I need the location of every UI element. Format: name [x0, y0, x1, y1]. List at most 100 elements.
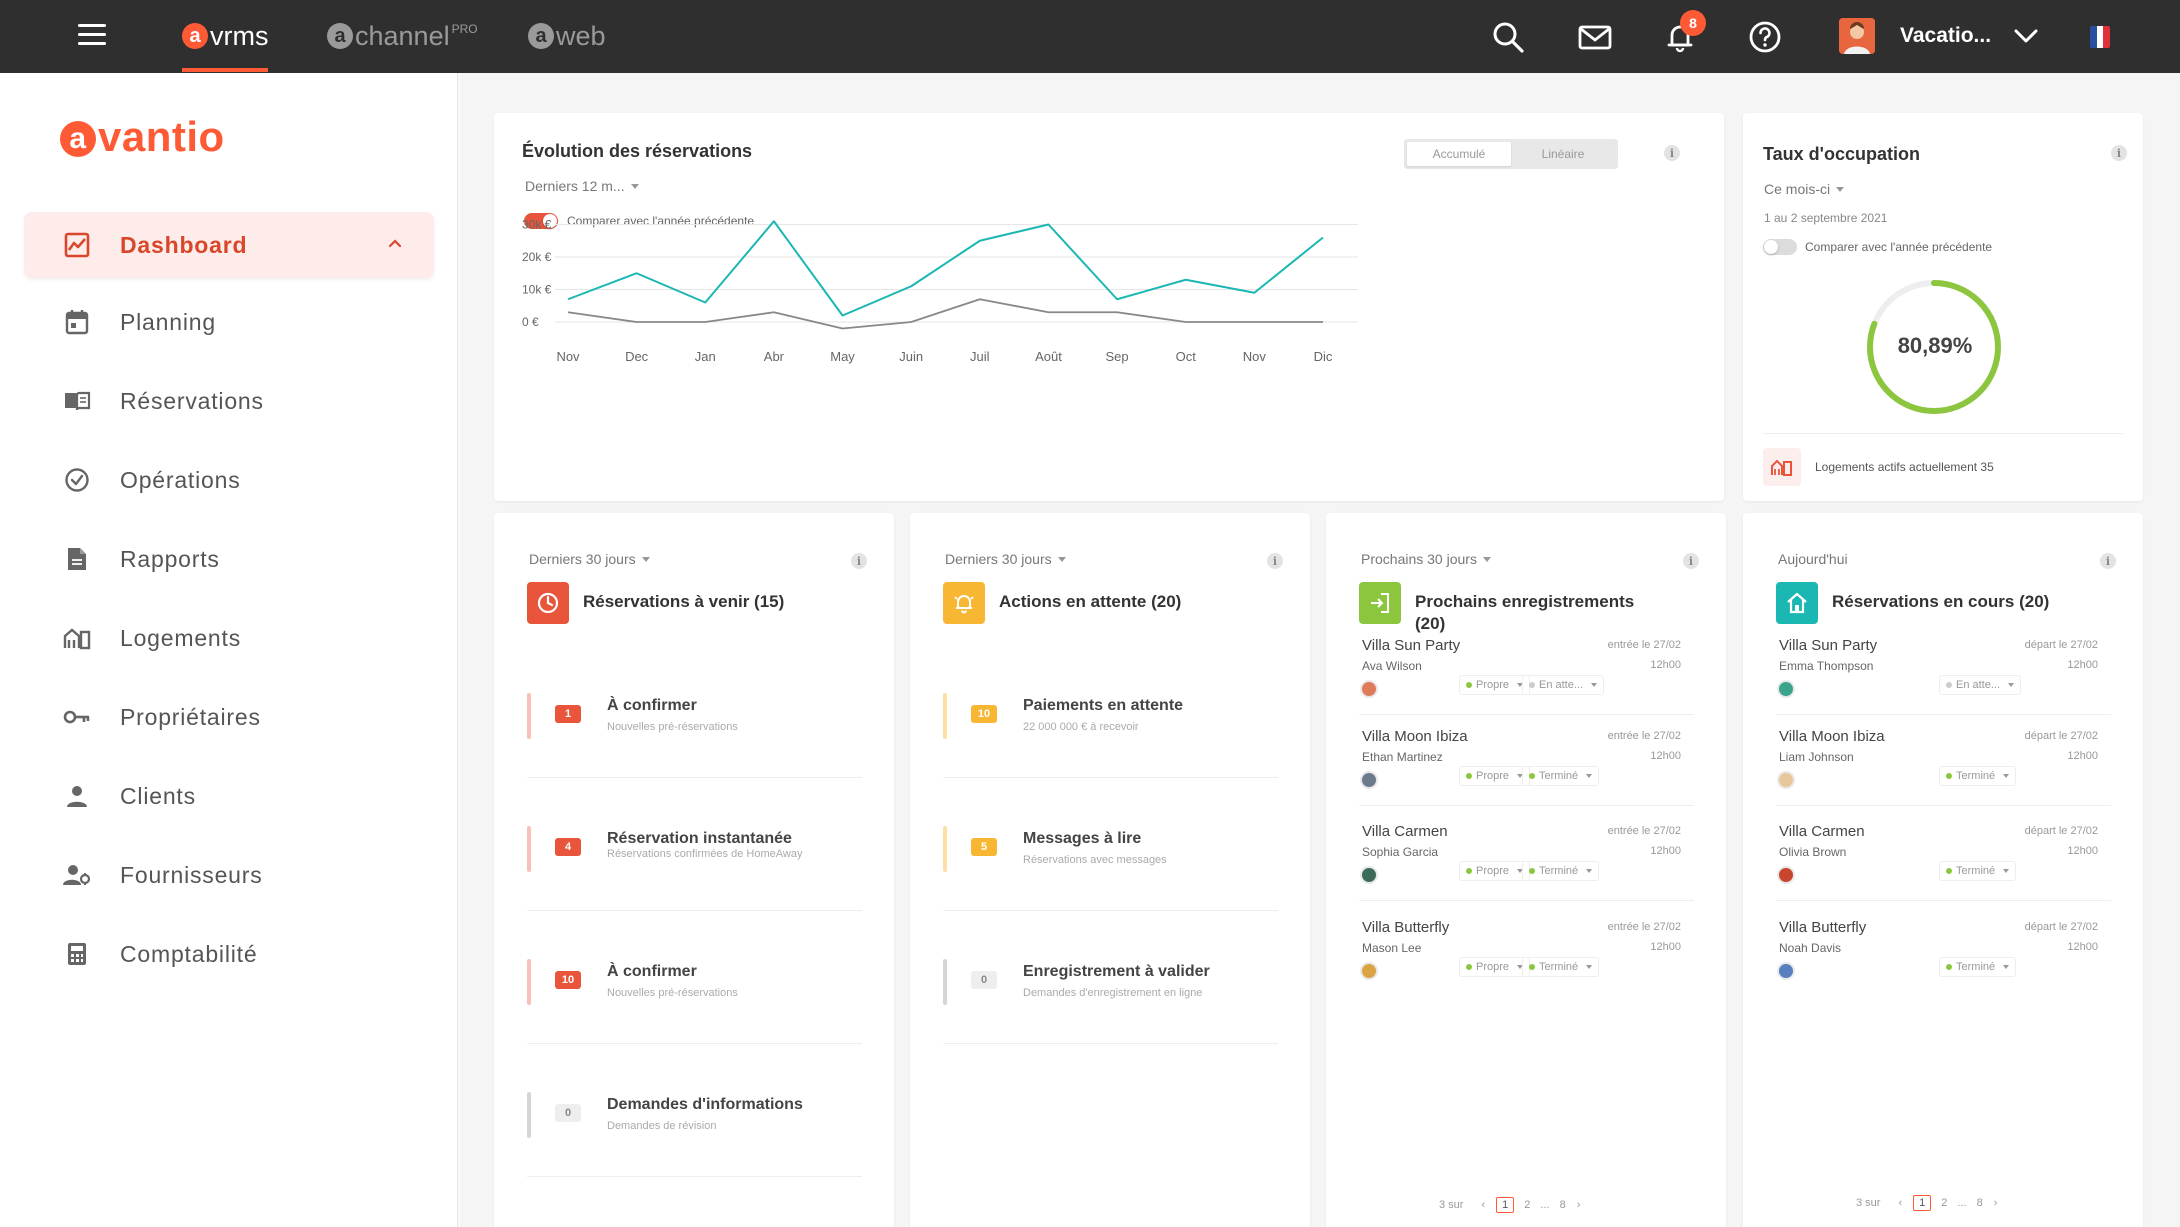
sidebar-item-suppliers[interactable]: Fournisseurs: [24, 842, 434, 908]
app-tab-label: channel: [355, 20, 450, 51]
villa-name[interactable]: Villa Carmen: [1779, 823, 1865, 840]
search-icon[interactable]: [1491, 20, 1525, 54]
villa-date: départ le 27/02: [2024, 825, 2098, 837]
list-item[interactable]: Villa Moon Ibiza Liam Johnson départ le …: [1743, 728, 2143, 808]
info-icon[interactable]: i: [1267, 553, 1283, 569]
sidebar-item-reservations[interactable]: Réservations: [24, 368, 434, 434]
sidebar-item-dashboard[interactable]: Dashboard: [24, 212, 434, 278]
chevron-right-icon[interactable]: ›: [1994, 1197, 1998, 1209]
period-value: Aujourd'hui: [1778, 551, 1848, 567]
x-tick-label: Dec: [625, 349, 649, 364]
villa-name[interactable]: Villa Moon Ibiza: [1362, 728, 1468, 745]
villa-date: entrée le 27/02: [1607, 825, 1681, 837]
villa-name[interactable]: Villa Sun Party: [1779, 637, 1877, 654]
info-icon[interactable]: i: [851, 553, 867, 569]
flag-fr-icon[interactable]: [2090, 26, 2110, 48]
checkin-status-dropdown[interactable]: En atte...: [1522, 675, 1605, 695]
y-tick-label: 30k €: [522, 218, 552, 232]
villa-name[interactable]: Villa Butterfly: [1362, 919, 1449, 936]
page-8[interactable]: 8: [1560, 1199, 1566, 1211]
list-item[interactable]: Villa Sun Party Ava Wilson entrée le 27/…: [1326, 637, 1726, 717]
chip-label: En atte...: [1956, 679, 2001, 691]
cleaning-status-dropdown[interactable]: Propre: [1459, 957, 1531, 977]
info-icon[interactable]: i: [2100, 553, 2116, 569]
list-item[interactable]: Villa Carmen Olivia Brown départ le 27/0…: [1743, 823, 2143, 903]
sidebar-item-planning[interactable]: Planning: [24, 289, 434, 355]
checkout-status-dropdown[interactable]: Terminé: [1939, 957, 2017, 977]
stat-row[interactable]: 10 Paiements en attente 22 000 000 € à r…: [943, 693, 1273, 823]
chevron-left-icon[interactable]: ‹: [1481, 1199, 1485, 1211]
stat-row[interactable]: 1 À confirmer Nouvelles pré-réservations: [527, 693, 857, 823]
stat-row[interactable]: 4 Réservation instantanée Réservations c…: [527, 826, 857, 956]
list-item[interactable]: Villa Carmen Sophia Garcia entrée le 27/…: [1326, 823, 1726, 903]
help-icon[interactable]: [1748, 20, 1782, 54]
page-1[interactable]: 1: [1496, 1197, 1515, 1213]
stat-row[interactable]: 5 Messages à lire Réservations avec mess…: [943, 826, 1273, 956]
checkout-status-dropdown[interactable]: Terminé: [1939, 766, 2017, 786]
x-tick-label: May: [830, 349, 855, 364]
occupancy-compare-toggle[interactable]: [1763, 239, 1797, 255]
villa-date: entrée le 27/02: [1607, 639, 1681, 651]
mail-icon[interactable]: [1578, 20, 1612, 54]
villa-time: 12h00: [2067, 941, 2098, 953]
app-tab-channel[interactable]: a channel PRO: [327, 18, 478, 54]
stat-row[interactable]: 0 Demandes d'informations Demandes de ré…: [527, 1092, 857, 1222]
chevron-down-icon[interactable]: [2012, 22, 2040, 50]
page-1[interactable]: 1: [1913, 1195, 1932, 1211]
info-icon[interactable]: i: [2111, 145, 2127, 161]
app-tab-vrms[interactable]: a vrms: [182, 18, 268, 54]
checkin-status-dropdown[interactable]: Terminé: [1522, 766, 1600, 786]
list-item[interactable]: Villa Moon Ibiza Ethan Martinez entrée l…: [1326, 728, 1726, 808]
sidebar-item-label: Propriétaires: [120, 703, 261, 730]
stat-row[interactable]: 0 Enregistrement à valider Demandes d'en…: [943, 959, 1273, 1089]
list-item[interactable]: Villa Butterfly Mason Lee entrée le 27/0…: [1326, 919, 1726, 999]
villa-name[interactable]: Villa Moon Ibiza: [1779, 728, 1885, 745]
chevron-left-icon[interactable]: ‹: [1898, 1197, 1902, 1209]
villa-name[interactable]: Villa Butterfly: [1779, 919, 1866, 936]
cleaning-status-dropdown[interactable]: Propre: [1459, 766, 1531, 786]
chip-label: Terminé: [1539, 770, 1579, 782]
chevron-right-icon[interactable]: ›: [1577, 1199, 1581, 1211]
villa-name[interactable]: Villa Sun Party: [1362, 637, 1460, 654]
sidebar-item-properties[interactable]: Logements: [24, 605, 434, 671]
row-accent-bar: [943, 693, 947, 739]
page-8[interactable]: 8: [1977, 1197, 1983, 1209]
divider: [1776, 805, 2111, 806]
cleaning-status-dropdown[interactable]: Propre: [1459, 861, 1531, 881]
chevron-up-icon[interactable]: [388, 236, 402, 250]
checkin-status-dropdown[interactable]: Terminé: [1522, 957, 1600, 977]
card-period-dropdown[interactable]: Derniers 30 jours: [529, 551, 650, 567]
menu-icon[interactable]: [78, 24, 106, 46]
page-2[interactable]: 2: [1524, 1199, 1530, 1211]
avantio-logo[interactable]: a vantio: [60, 113, 225, 161]
checkin-status-dropdown[interactable]: Terminé: [1522, 861, 1600, 881]
row-subtitle: Réservations confirmées de HomeAway: [607, 848, 803, 860]
info-icon[interactable]: i: [1683, 553, 1699, 569]
villa-name[interactable]: Villa Carmen: [1362, 823, 1448, 840]
sidebar-item-reports[interactable]: Rapports: [24, 526, 434, 592]
cleaning-status-dropdown[interactable]: Propre: [1459, 675, 1531, 695]
occupancy-period-dropdown[interactable]: Ce mois-ci: [1764, 181, 1845, 197]
checkout-status-dropdown[interactable]: En atte...: [1939, 675, 2022, 695]
caret-down-icon: [1586, 869, 1593, 873]
sidebar-item-accounting[interactable]: Comptabilité: [24, 921, 434, 987]
sidebar-item-label: Comptabilité: [120, 940, 258, 967]
villa-time: 12h00: [1650, 941, 1681, 953]
sidebar-item-operations[interactable]: Opérations: [24, 447, 434, 513]
user-name[interactable]: Vacatio...: [1900, 24, 1991, 48]
list-item[interactable]: Villa Butterfly Noah Davis départ le 27/…: [1743, 919, 2143, 999]
supplier-icon: [62, 860, 92, 890]
villa-date: entrée le 27/02: [1607, 921, 1681, 933]
guest-avatar: [1360, 962, 1378, 980]
checkout-status-dropdown[interactable]: Terminé: [1939, 861, 2017, 881]
row-accent-bar: [943, 826, 947, 872]
app-tab-web[interactable]: a web: [528, 18, 606, 54]
page-2[interactable]: 2: [1941, 1197, 1947, 1209]
card-period-dropdown[interactable]: Prochains 30 jours: [1361, 551, 1491, 567]
user-avatar[interactable]: [1839, 18, 1875, 54]
sidebar-item-clients[interactable]: Clients: [24, 763, 434, 829]
sidebar-item-owners[interactable]: Propriétaires: [24, 684, 434, 750]
list-item[interactable]: Villa Sun Party Emma Thompson départ le …: [1743, 637, 2143, 717]
stat-row[interactable]: 10 À confirmer Nouvelles pré-réservation…: [527, 959, 857, 1089]
card-period-dropdown[interactable]: Derniers 30 jours: [945, 551, 1066, 567]
